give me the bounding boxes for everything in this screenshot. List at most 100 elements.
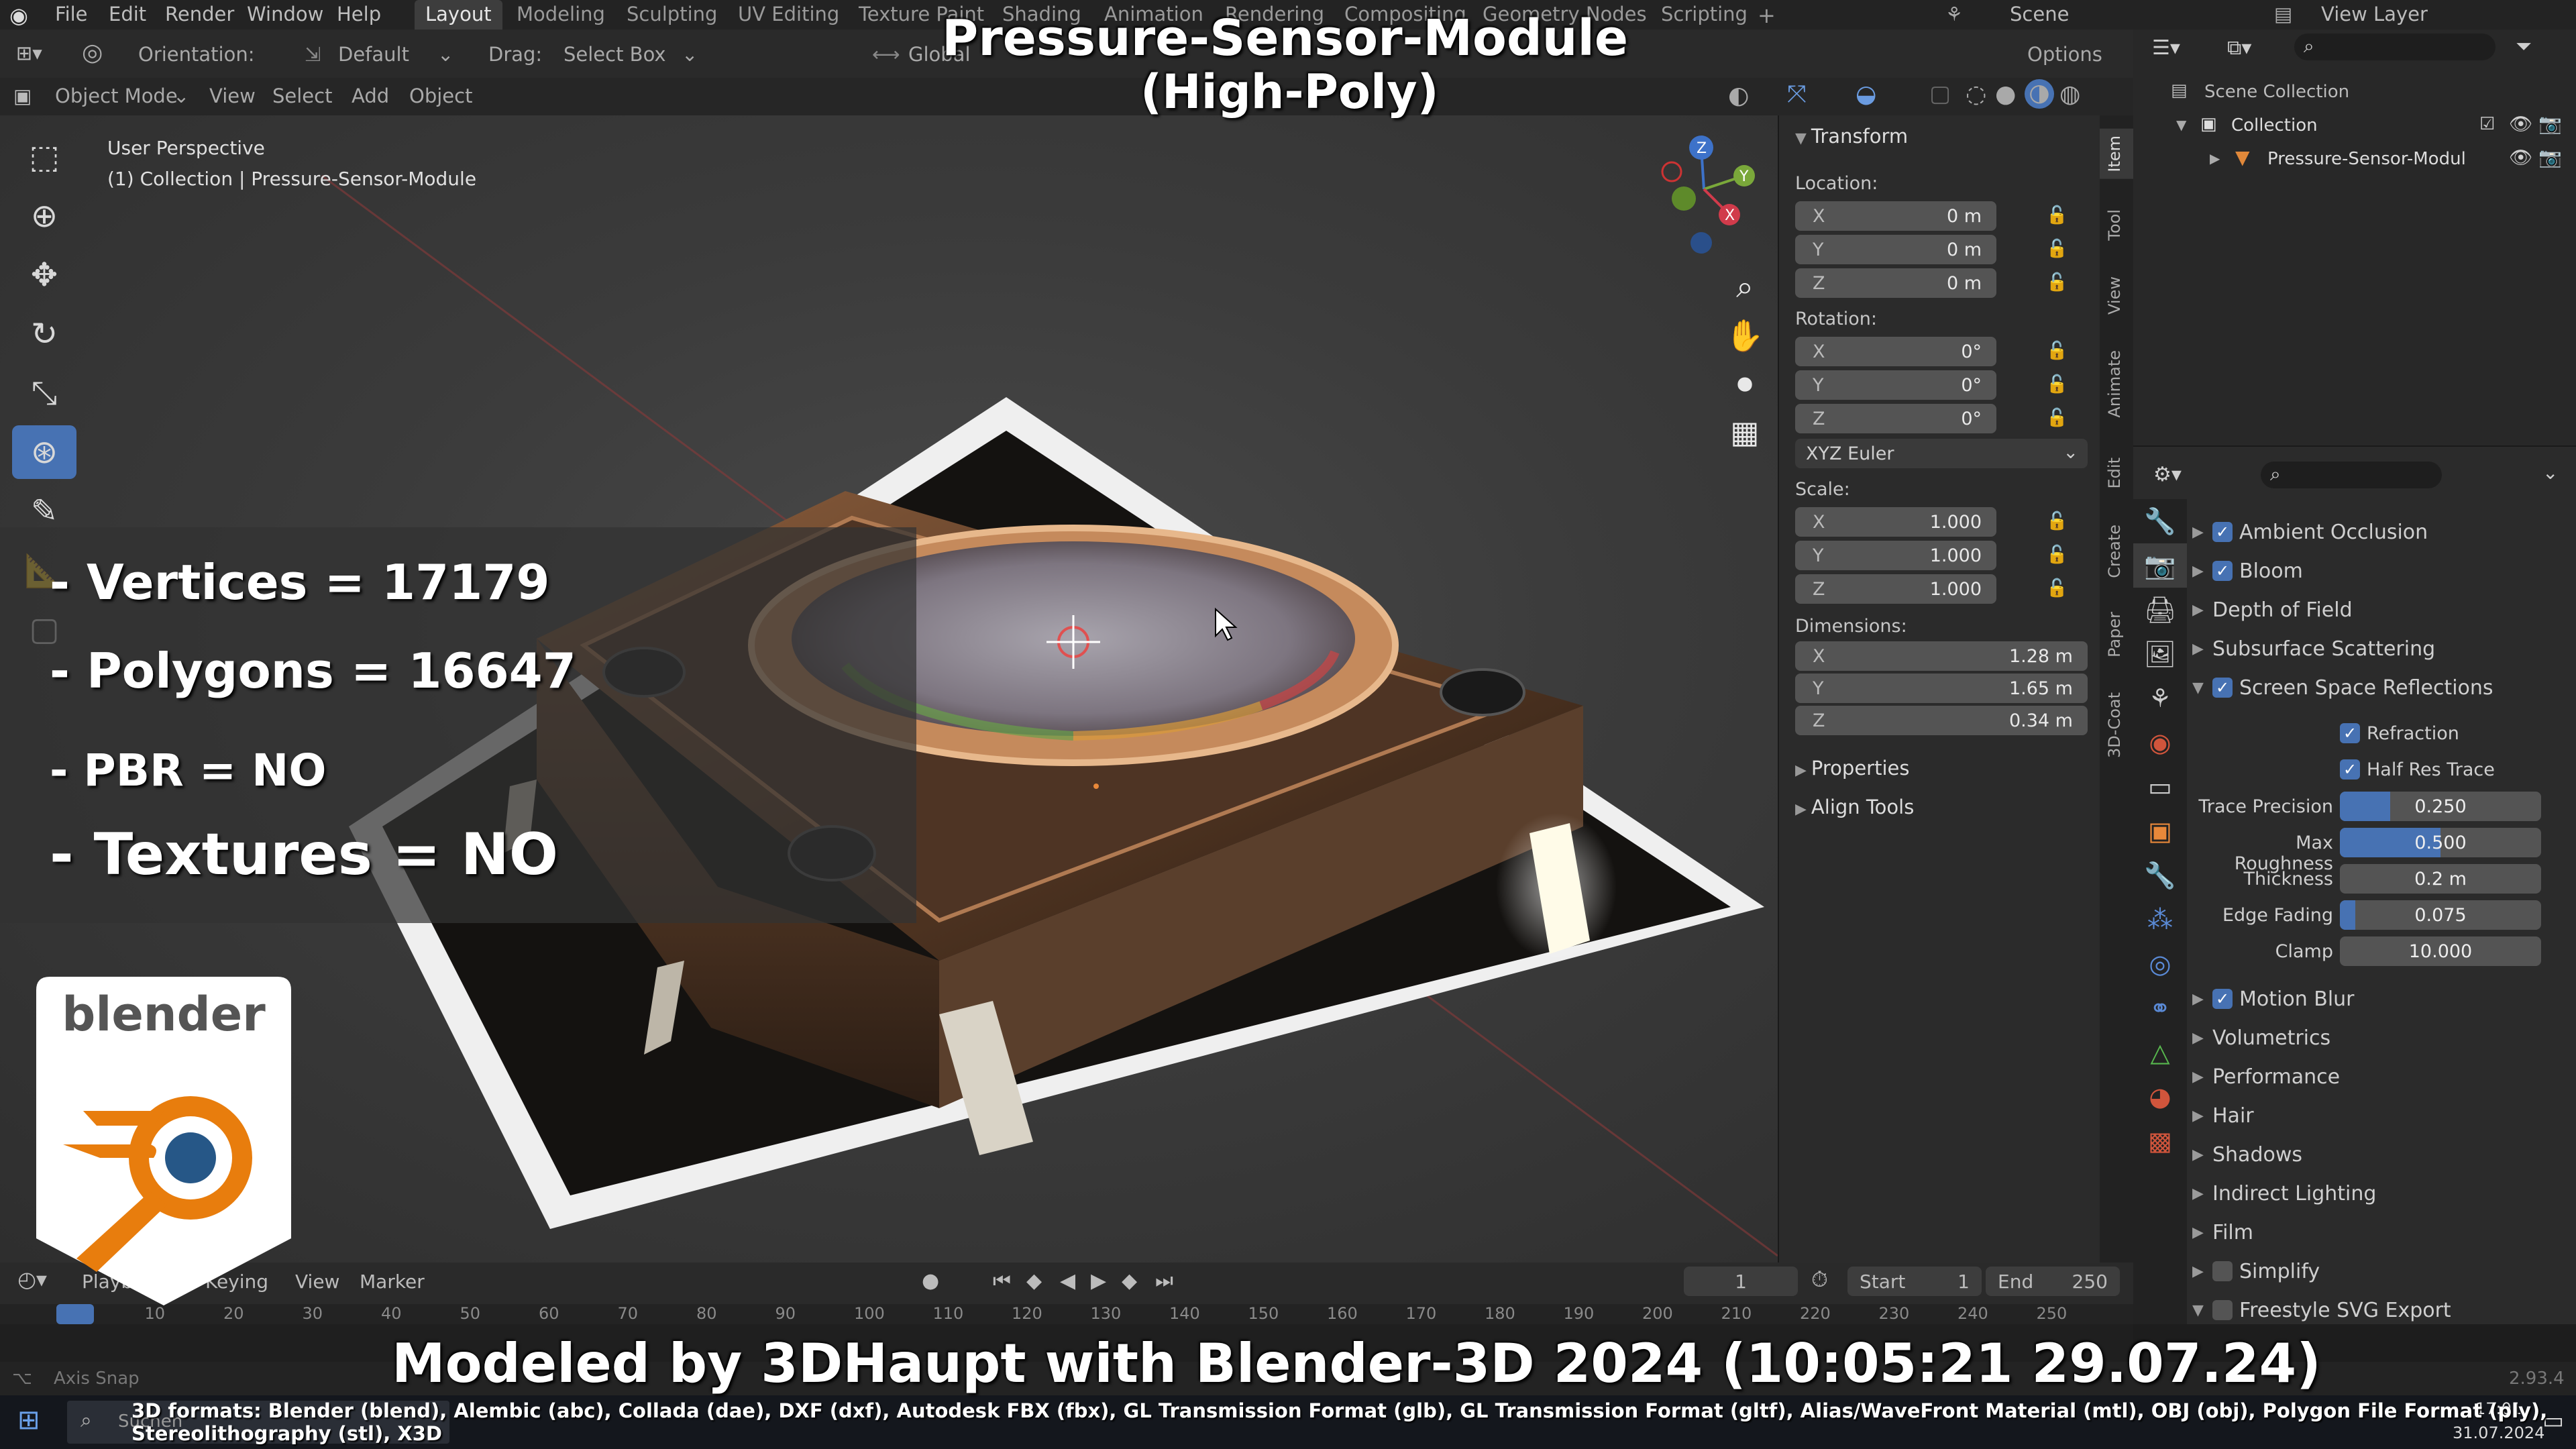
grid-perspective-icon[interactable]: ▦ <box>1715 408 1775 456</box>
render-row-motion-blur[interactable]: ▶ ✓ Motion Blur <box>2192 982 2355 1016</box>
navigation-gizmo[interactable]: Z Y X <box>1630 129 1764 263</box>
move-tool-icon[interactable]: ✥ <box>12 248 76 302</box>
render-row-indirect-lighting[interactable]: ▶ Indirect Lighting <box>2192 1177 2376 1210</box>
render-row-performance[interactable]: ▶ Performance <box>2192 1060 2340 1093</box>
current-frame-field[interactable]: 1 <box>1684 1267 1798 1296</box>
lock-icon[interactable]: 🔓 <box>2046 205 2068 225</box>
record-icon[interactable]: ● <box>922 1269 939 1293</box>
render-row-film[interactable]: ▶ Film <box>2192 1216 2253 1249</box>
rotate-tool-icon[interactable]: ↻ <box>12 307 76 361</box>
gizmo-icon[interactable]: ⤧ <box>1787 80 1807 109</box>
rotation-z-field[interactable]: Z 0° <box>1795 404 1996 433</box>
render-row-simplify[interactable]: ▶ Simplify <box>2192 1254 2320 1288</box>
tab-3d-coat[interactable]: 3D-Coat <box>2100 686 2133 765</box>
lock-icon[interactable]: 🔓 <box>2046 239 2068 259</box>
blender-logo-icon[interactable]: ◉ <box>9 3 28 28</box>
collection-props-icon[interactable]: ▭ <box>2133 765 2187 809</box>
wireframe-shading-icon[interactable]: ◌ <box>1966 80 1986 108</box>
rotation-mode-dropdown[interactable]: XYZ Euler ⌄ <box>1795 439 2088 468</box>
modifier-props-icon[interactable]: 🔧 <box>2133 853 2187 898</box>
lock-icon[interactable]: 🔓 <box>2046 341 2068 361</box>
menu-render[interactable]: Render <box>165 3 234 25</box>
cursor-tool-icon[interactable]: ⊕ <box>12 189 76 243</box>
render-row-screen-space-reflections[interactable]: ▼ ✓ Screen Space Reflections <box>2192 671 2493 704</box>
tab-sculpting[interactable]: Sculpting <box>627 3 717 25</box>
chevron-down-icon[interactable]: ⌄ <box>2542 462 2558 484</box>
menu-object[interactable]: Object <box>409 85 472 107</box>
camera-render-icon[interactable]: 📷 <box>2538 113 2562 135</box>
render-row-shadows[interactable]: ▶ Shadows <box>2192 1138 2302 1171</box>
particles-props-icon[interactable]: ⁂ <box>2133 898 2187 942</box>
scale-tool-icon[interactable]: ⤡ <box>12 366 76 420</box>
tab-tool[interactable]: Tool <box>2100 203 2133 248</box>
thickness-field[interactable]: Thickness 0.2 m <box>2192 864 2541 894</box>
outliner-editor-icon[interactable]: ☰▾ <box>2152 36 2180 60</box>
material-props-icon[interactable]: ◕ <box>2133 1075 2187 1119</box>
object-props-icon[interactable]: ▣ <box>2133 809 2187 853</box>
lock-icon[interactable]: 🔓 <box>2046 408 2068 428</box>
playhead[interactable] <box>56 1304 94 1324</box>
material-shading-icon[interactable]: ◑ <box>2025 79 2054 109</box>
overlay-icon[interactable]: ◒ <box>1856 80 1876 108</box>
location-z-field[interactable]: Z0 m <box>1795 268 1996 298</box>
render-row-freestyle-svg-export[interactable]: ▼ Freestyle SVG Export <box>2192 1293 2451 1327</box>
lock-icon[interactable]: 🔓 <box>2046 545 2068 565</box>
stopwatch-icon[interactable]: ⏱ <box>1811 1267 1828 1293</box>
add-workspace-icon[interactable]: + <box>1758 3 1776 28</box>
rotation-y-field[interactable]: Y 0° <box>1795 370 1996 400</box>
tab-paper[interactable]: Paper <box>2100 605 2133 664</box>
menu-add[interactable]: Add <box>352 85 389 107</box>
tool-props-icon[interactable]: 🔧 <box>2133 499 2187 543</box>
tab-edit[interactable]: Edit <box>2100 451 2133 495</box>
menu-window[interactable]: Window <box>247 3 323 25</box>
lock-icon[interactable]: 🔓 <box>2046 374 2068 394</box>
collection-label[interactable]: Collection <box>2231 115 2318 136</box>
render-row-bloom[interactable]: ▶ ✓ Bloom <box>2192 554 2303 588</box>
start-frame-field[interactable]: Start 1 <box>1847 1267 1982 1296</box>
view-menu[interactable]: View <box>295 1271 339 1293</box>
menu-select[interactable]: Select <box>272 85 332 107</box>
rendered-shading-icon[interactable]: ◍ <box>2059 80 2080 108</box>
view-layer-icon[interactable]: ▤ <box>2274 3 2292 25</box>
expand-icon[interactable]: ▼ <box>2176 117 2186 133</box>
tab-modeling[interactable]: Modeling <box>517 3 605 25</box>
properties-editor-icon[interactable]: ⚙▾ <box>2153 463 2182 486</box>
clamp-field[interactable]: Clamp 10.000 <box>2192 936 2541 966</box>
outliner-search-input[interactable]: ⌕ <box>2294 34 2496 60</box>
play-icon[interactable]: ▶ <box>1091 1269 1106 1293</box>
visibility-icon[interactable]: ◐ <box>1728 82 1749 109</box>
eye-icon[interactable]: 👁 <box>2509 146 2533 168</box>
object-label[interactable]: Pressure-Sensor-Modul <box>2267 149 2466 169</box>
scene-props-icon[interactable]: ⚘ <box>2133 676 2187 720</box>
properties-section-header[interactable]: ▶ Properties <box>1795 757 1909 780</box>
lock-icon[interactable]: 🔓 <box>2046 511 2068 531</box>
dimension-z-field[interactable]: Z 0.34 m <box>1795 706 2088 735</box>
half-res-trace-checkbox[interactable]: ✓ Half Res Trace <box>2340 753 2495 786</box>
windows-start-icon[interactable]: ⊞ <box>17 1405 40 1436</box>
marker-menu[interactable]: Marker <box>360 1271 425 1293</box>
edge-fading-slider[interactable]: Edge Fading 0.075 <box>2192 900 2541 930</box>
timeline-ruler[interactable]: 0102030405060708090100110120130140150160… <box>0 1304 2133 1324</box>
filter-icon[interactable]: ⏷ <box>2516 35 2532 58</box>
play-reverse-icon[interactable]: ◀ <box>1060 1269 1075 1293</box>
output-props-icon[interactable]: 🖨 <box>2133 588 2187 632</box>
render-row-depth-of-field[interactable]: ▶ Depth of Field <box>2192 593 2353 627</box>
end-frame-field[interactable]: End 250 <box>1986 1267 2120 1296</box>
lock-icon[interactable]: 🔓 <box>2046 578 2068 598</box>
tab-scripting[interactable]: Scripting <box>1661 3 1748 25</box>
dimension-x-field[interactable]: X 1.28 m <box>1795 641 2088 671</box>
expand-icon[interactable]: ▶ <box>2210 150 2220 166</box>
solid-shading-icon[interactable]: ● <box>1995 80 2016 108</box>
tab-view[interactable]: View <box>2100 270 2133 321</box>
xray-icon[interactable]: ▢ <box>1929 80 1951 107</box>
world-props-icon[interactable]: ◉ <box>2133 720 2187 765</box>
view-layer-props-icon[interactable]: 🖼 <box>2133 632 2187 676</box>
drag-dropdown[interactable]: Select Box <box>564 43 666 66</box>
filter-display-icon[interactable]: ⧉▾ <box>2227 36 2251 60</box>
options-dropdown[interactable]: Options <box>2027 43 2102 66</box>
scale-y-field[interactable]: Y 1.000 <box>1795 541 1996 570</box>
menu-file[interactable]: File <box>55 3 88 25</box>
render-row-volumetrics[interactable]: ▶ Volumetrics <box>2192 1021 2330 1055</box>
render-row-subsurface-scattering[interactable]: ▶ Subsurface Scattering <box>2192 632 2435 665</box>
tab-layout[interactable]: Layout <box>415 0 502 30</box>
